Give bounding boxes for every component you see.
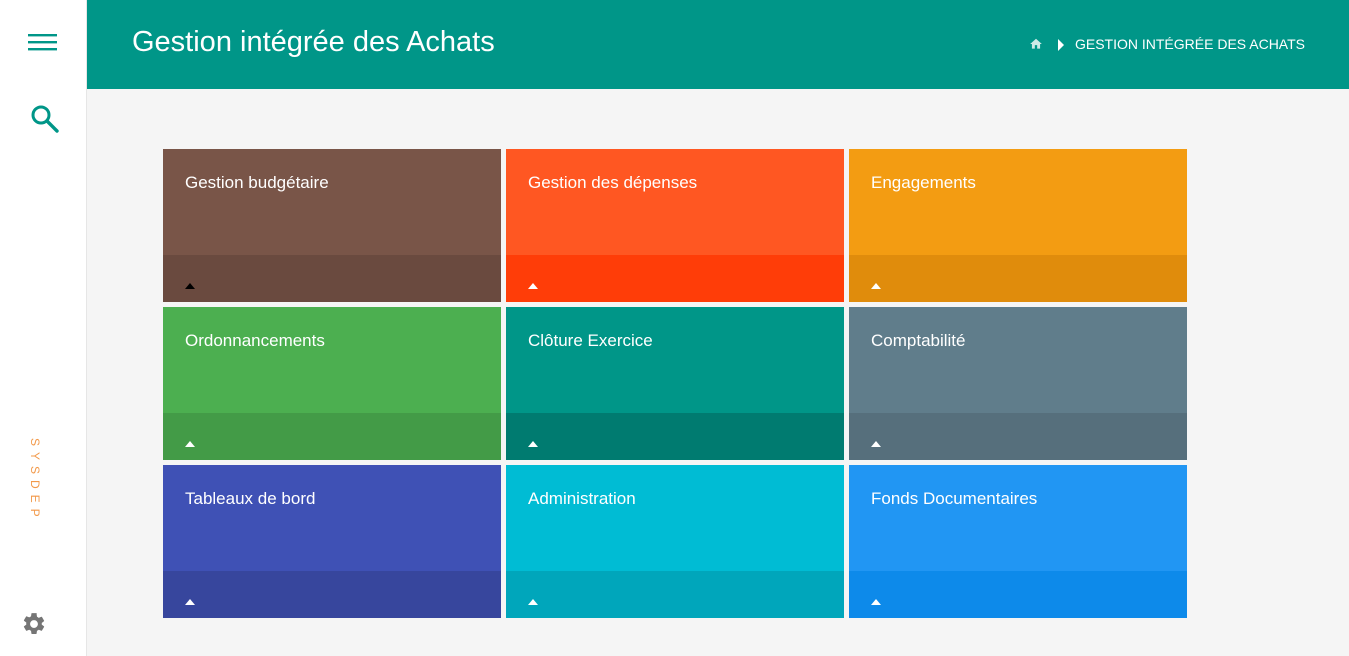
module-tile-label: Administration <box>528 489 636 508</box>
caret-up-icon[interactable] <box>871 434 881 447</box>
module-tile-label: Comptabilité <box>871 331 966 350</box>
caret-up-icon[interactable] <box>185 276 195 289</box>
module-tile-footer[interactable] <box>506 255 844 302</box>
hamburger-menu-icon[interactable] <box>28 34 58 52</box>
module-tile-label: Gestion budgétaire <box>185 173 329 192</box>
module-tile-label: Fonds Documentaires <box>871 489 1038 508</box>
caret-up-icon[interactable] <box>185 592 195 605</box>
module-tile-gestion-budgetaire[interactable]: Gestion budgétaire <box>163 149 501 302</box>
module-tile-administration[interactable]: Administration <box>506 465 844 618</box>
breadcrumb-current: GESTION INTÉGRÉE DES ACHATS <box>1074 36 1305 52</box>
module-tile-grid: Gestion budgétaire Gestion des dépenses En… <box>163 149 1187 618</box>
caret-right-icon <box>1057 38 1065 51</box>
home-icon[interactable] <box>1029 37 1043 51</box>
brand-label: SYSDEP <box>28 438 42 523</box>
module-tile-footer[interactable] <box>163 255 501 302</box>
module-tile-tableaux-de-bord[interactable]: Tableaux de bord <box>163 465 501 618</box>
page-title: Gestion intégrée des Achats <box>132 26 495 58</box>
module-tile-gestion-des-depenses[interactable]: Gestion des dépenses <box>506 149 844 302</box>
module-tile-cloture-exercice[interactable]: Clôture Exercice <box>506 307 844 460</box>
module-tile-label: Tableaux de bord <box>185 489 316 508</box>
module-tile-footer[interactable] <box>849 571 1187 618</box>
caret-up-icon[interactable] <box>871 592 881 605</box>
module-tile-footer[interactable] <box>163 571 501 618</box>
module-tile-comptabilite[interactable]: Comptabilité <box>849 307 1187 460</box>
module-tile-footer[interactable] <box>506 571 844 618</box>
module-tile-label: Gestion des dépenses <box>528 173 698 192</box>
caret-up-icon[interactable] <box>871 276 881 289</box>
module-tile-label: Clôture Exercice <box>528 331 653 350</box>
caret-up-icon[interactable] <box>528 276 538 289</box>
gear-icon[interactable] <box>21 611 47 637</box>
breadcrumb: GESTION INTÉGRÉE DES ACHATS <box>1029 36 1305 52</box>
module-tile-fonds-documentaires[interactable]: Fonds Documentaires <box>849 465 1187 618</box>
module-tile-label: Engagements <box>871 173 976 192</box>
module-tile-label: Ordonnancements <box>185 331 325 350</box>
sidebar: SYSDEP <box>0 0 87 656</box>
caret-up-icon[interactable] <box>185 434 195 447</box>
header: Gestion intégrée des Achats GESTION INTÉ… <box>87 0 1349 89</box>
brand-label-container: SYSDEP <box>0 438 70 523</box>
module-tile-footer[interactable] <box>849 413 1187 460</box>
module-tile-engagements[interactable]: Engagements <box>849 149 1187 302</box>
caret-up-icon[interactable] <box>528 592 538 605</box>
search-icon[interactable] <box>30 104 60 134</box>
module-tile-footer[interactable] <box>849 255 1187 302</box>
module-tile-ordonnancements[interactable]: Ordonnancements <box>163 307 501 460</box>
module-tile-footer[interactable] <box>506 413 844 460</box>
caret-up-icon[interactable] <box>528 434 538 447</box>
module-tile-footer[interactable] <box>163 413 501 460</box>
